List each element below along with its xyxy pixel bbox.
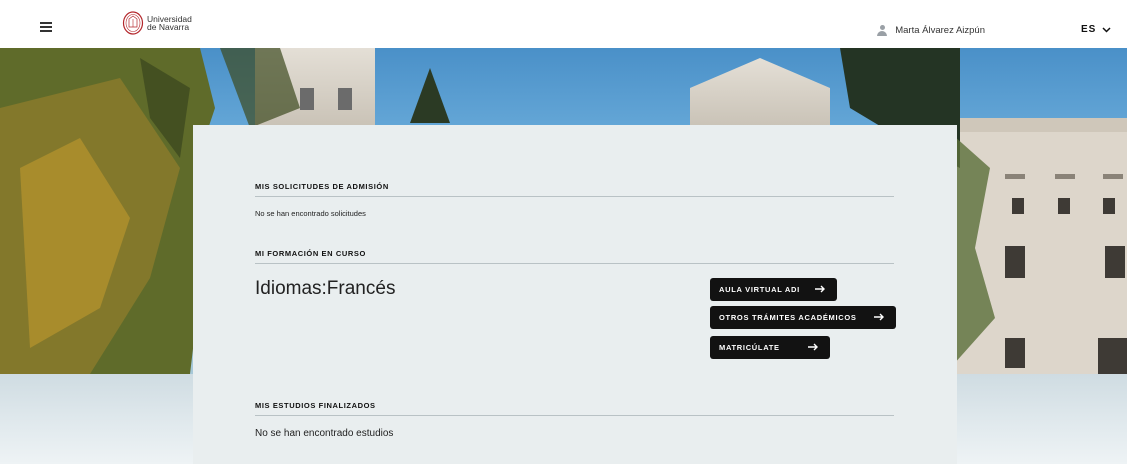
section-title-finished: MIS ESTUDIOS FINALIZADOS xyxy=(255,401,376,410)
hamburger-icon[interactable] xyxy=(40,22,52,32)
button-label: OTROS TRÁMITES ACADÉMICOS xyxy=(719,313,857,322)
section-title-admissions: MIS SOLICITUDES DE ADMISIÓN xyxy=(255,182,389,191)
user-menu[interactable]: Marta Álvarez Aizpún xyxy=(877,25,985,36)
button-label: AULA VIRTUAL ADI xyxy=(719,285,800,294)
other-procedures-button[interactable]: OTROS TRÁMITES ACADÉMICOS xyxy=(710,306,896,329)
language-selector[interactable]: ES xyxy=(1081,24,1111,35)
language-code: ES xyxy=(1081,24,1097,35)
enroll-button[interactable]: MATRICÚLATE xyxy=(710,336,830,359)
divider xyxy=(255,196,894,197)
top-header: Universidad de Navarra Marta Álvarez Aiz… xyxy=(0,0,1127,48)
button-label: MATRICÚLATE xyxy=(719,343,780,352)
user-icon xyxy=(877,25,888,36)
course-name: Idiomas:Francés xyxy=(255,278,396,299)
arrow-right-icon xyxy=(815,285,825,293)
divider xyxy=(255,263,894,264)
admissions-empty-text: No se han encontrado solicitudes xyxy=(255,209,366,218)
user-name: Marta Álvarez Aizpún xyxy=(895,25,985,36)
section-title-current-training: MI FORMACIÓN EN CURSO xyxy=(255,249,366,258)
arrow-right-icon xyxy=(874,313,884,321)
chevron-down-icon xyxy=(1102,26,1111,33)
logo-text: Universidad de Navarra xyxy=(147,14,192,32)
divider xyxy=(255,415,894,416)
university-seal-icon xyxy=(122,11,144,35)
logo-line-2: de Navarra xyxy=(147,22,190,32)
content-panel: MIS SOLICITUDES DE ADMISIÓN No se han en… xyxy=(193,125,957,464)
arrow-right-icon xyxy=(808,343,818,351)
virtual-classroom-button[interactable]: AULA VIRTUAL ADI xyxy=(710,278,837,301)
university-logo[interactable]: Universidad de Navarra xyxy=(122,11,192,35)
finished-empty-text: No se han encontrado estudios xyxy=(255,428,394,439)
